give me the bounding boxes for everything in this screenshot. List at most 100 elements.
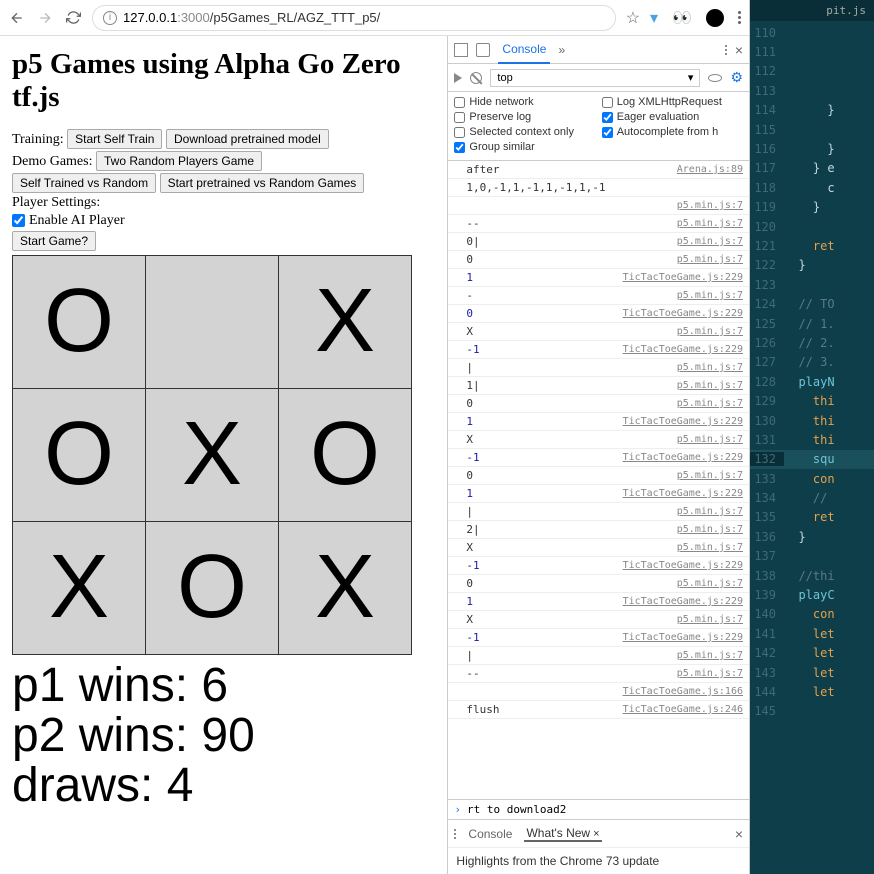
editor-line[interactable]: 114 } bbox=[750, 101, 874, 120]
editor-line[interactable]: 115 bbox=[750, 120, 874, 139]
device-toggle-icon[interactable] bbox=[476, 43, 490, 57]
site-info-icon[interactable]: i bbox=[103, 11, 117, 25]
editor-line[interactable]: 121 ret bbox=[750, 236, 874, 255]
log-xhr-checkbox[interactable] bbox=[602, 97, 613, 108]
back-icon[interactable] bbox=[8, 9, 26, 27]
preserve-log-checkbox[interactable] bbox=[454, 112, 465, 123]
more-tabs-icon[interactable]: » bbox=[558, 43, 565, 57]
start-game-button[interactable]: Start Game? bbox=[12, 231, 96, 251]
console-input[interactable]: ›rt to download2 bbox=[448, 799, 749, 819]
editor-line[interactable]: 128 playN bbox=[750, 372, 874, 391]
console-log-row: Xp5.min.js:7 bbox=[448, 611, 749, 629]
editor-line[interactable]: 125 // 1. bbox=[750, 314, 874, 333]
editor-line[interactable]: 129 thi bbox=[750, 391, 874, 410]
editor-line[interactable]: 137 bbox=[750, 547, 874, 566]
extension-icon-1[interactable]: ▾ bbox=[650, 8, 658, 28]
board-cell-1-1[interactable]: X bbox=[146, 388, 279, 521]
editor-line[interactable]: 134 // bbox=[750, 488, 874, 507]
url-port: :3000 bbox=[177, 10, 210, 25]
board-cell-2-0[interactable]: X bbox=[13, 521, 146, 654]
editor-line[interactable]: 118 c bbox=[750, 178, 874, 197]
download-pretrained-button[interactable]: Download pretrained model bbox=[166, 129, 329, 149]
drawer-whatsnew-tab[interactable]: What's New× bbox=[524, 826, 601, 842]
editor-line[interactable]: 126 // 2. bbox=[750, 333, 874, 352]
editor-line[interactable]: 133 con bbox=[750, 469, 874, 488]
drawer-close-icon[interactable]: × bbox=[735, 826, 743, 842]
group-similar-checkbox[interactable] bbox=[454, 142, 465, 153]
console-log-row: 1,0,-1,1,-1,1,-1,1,-1 bbox=[448, 179, 749, 197]
board-cell-2-1[interactable]: O bbox=[146, 521, 279, 654]
devtools-menu-icon[interactable] bbox=[725, 45, 727, 55]
editor-line[interactable]: 122 } bbox=[750, 256, 874, 275]
editor-line[interactable]: 112 bbox=[750, 62, 874, 81]
editor-line[interactable]: 110 bbox=[750, 23, 874, 42]
console-play-icon[interactable] bbox=[454, 73, 462, 83]
pretrained-vs-random-button[interactable]: Start pretrained vs Random Games bbox=[160, 173, 365, 193]
bookmark-star-icon[interactable]: ☆ bbox=[626, 8, 640, 28]
editor-line[interactable]: 117 } e bbox=[750, 159, 874, 178]
console-tab[interactable]: Console bbox=[498, 36, 550, 64]
editor-line[interactable]: 135 ret bbox=[750, 508, 874, 527]
drawer-console-tab[interactable]: Console bbox=[466, 827, 514, 841]
board-cell-1-0[interactable]: O bbox=[13, 388, 146, 521]
editor-line[interactable]: 111 bbox=[750, 42, 874, 61]
editor-line[interactable]: 123 bbox=[750, 275, 874, 294]
editor-line[interactable]: 116 } bbox=[750, 139, 874, 158]
live-expression-icon[interactable] bbox=[708, 74, 722, 82]
editor-line[interactable]: 120 bbox=[750, 217, 874, 236]
extension-icon-2[interactable]: 👀 bbox=[672, 8, 692, 28]
eager-eval-checkbox[interactable] bbox=[602, 112, 613, 123]
console-log-row: 2|p5.min.js:7 bbox=[448, 521, 749, 539]
code-editor: pit.js 110111112113114 }115116 }117 } e1… bbox=[750, 0, 874, 874]
enable-ai-checkbox[interactable] bbox=[12, 214, 25, 227]
p2-wins: p2 wins: 90 bbox=[12, 711, 435, 761]
two-random-players-button[interactable]: Two Random Players Game bbox=[96, 151, 262, 171]
console-log-row: 0TicTacToeGame.js:229 bbox=[448, 305, 749, 323]
board-cell-0-0[interactable]: O bbox=[13, 255, 146, 388]
selected-context-checkbox[interactable] bbox=[454, 127, 465, 138]
console-log-row: 0p5.min.js:7 bbox=[448, 467, 749, 485]
start-self-train-button[interactable]: Start Self Train bbox=[67, 129, 162, 149]
drawer-menu-icon[interactable] bbox=[454, 829, 456, 839]
enable-ai-label: Enable AI Player bbox=[29, 213, 125, 229]
editor-line[interactable]: 132 squ bbox=[750, 450, 874, 469]
editor-line[interactable]: 127 // 3. bbox=[750, 353, 874, 372]
clear-console-icon[interactable] bbox=[470, 72, 482, 84]
editor-line[interactable]: 142 let bbox=[750, 644, 874, 663]
page-title: p5 Games using Alpha Go Zero tf.js bbox=[12, 48, 435, 115]
editor-line[interactable]: 124 // TO bbox=[750, 294, 874, 313]
editor-line[interactable]: 143 let bbox=[750, 663, 874, 682]
address-bar[interactable]: i 127.0.0.1:3000/p5Games_RL/AGZ_TTT_p5/ bbox=[92, 5, 616, 31]
profile-avatar[interactable] bbox=[706, 9, 724, 27]
console-log-row: -1TicTacToeGame.js:229 bbox=[448, 341, 749, 359]
inspect-element-icon[interactable] bbox=[454, 43, 468, 57]
editor-line[interactable]: 131 thi bbox=[750, 430, 874, 449]
browser-menu-icon[interactable] bbox=[738, 11, 741, 24]
editor-line[interactable]: 141 let bbox=[750, 624, 874, 643]
console-log-area[interactable]: afterArena.js:891,0,-1,1,-1,1,-1,1,-1p5.… bbox=[448, 161, 749, 799]
editor-line[interactable]: 138 //thi bbox=[750, 566, 874, 585]
forward-icon[interactable] bbox=[36, 9, 54, 27]
editor-line[interactable]: 136 } bbox=[750, 527, 874, 546]
board-cell-1-2[interactable]: O bbox=[279, 388, 412, 521]
hide-network-checkbox[interactable] bbox=[454, 97, 465, 108]
editor-tab-filename[interactable]: pit.js bbox=[750, 0, 874, 21]
editor-line[interactable]: 130 thi bbox=[750, 411, 874, 430]
editor-line[interactable]: 113 bbox=[750, 81, 874, 100]
console-log-row: 1TicTacToeGame.js:229 bbox=[448, 485, 749, 503]
board-cell-0-2[interactable]: X bbox=[279, 255, 412, 388]
context-selector[interactable]: top▾ bbox=[490, 69, 700, 87]
url-path: /p5Games_RL/AGZ_TTT_p5/ bbox=[210, 10, 381, 25]
editor-line[interactable]: 140 con bbox=[750, 605, 874, 624]
autocomplete-checkbox[interactable] bbox=[602, 127, 613, 138]
editor-line[interactable]: 145 bbox=[750, 702, 874, 721]
board-cell-0-1[interactable] bbox=[146, 255, 279, 388]
console-settings-icon[interactable]: ⚙ bbox=[730, 69, 743, 86]
reload-icon[interactable] bbox=[64, 9, 82, 27]
editor-line[interactable]: 139 playC bbox=[750, 585, 874, 604]
self-trained-vs-random-button[interactable]: Self Trained vs Random bbox=[12, 173, 156, 193]
devtools-close-icon[interactable]: × bbox=[735, 42, 743, 58]
editor-line[interactable]: 119 } bbox=[750, 198, 874, 217]
editor-line[interactable]: 144 let bbox=[750, 682, 874, 701]
board-cell-2-2[interactable]: X bbox=[279, 521, 412, 654]
